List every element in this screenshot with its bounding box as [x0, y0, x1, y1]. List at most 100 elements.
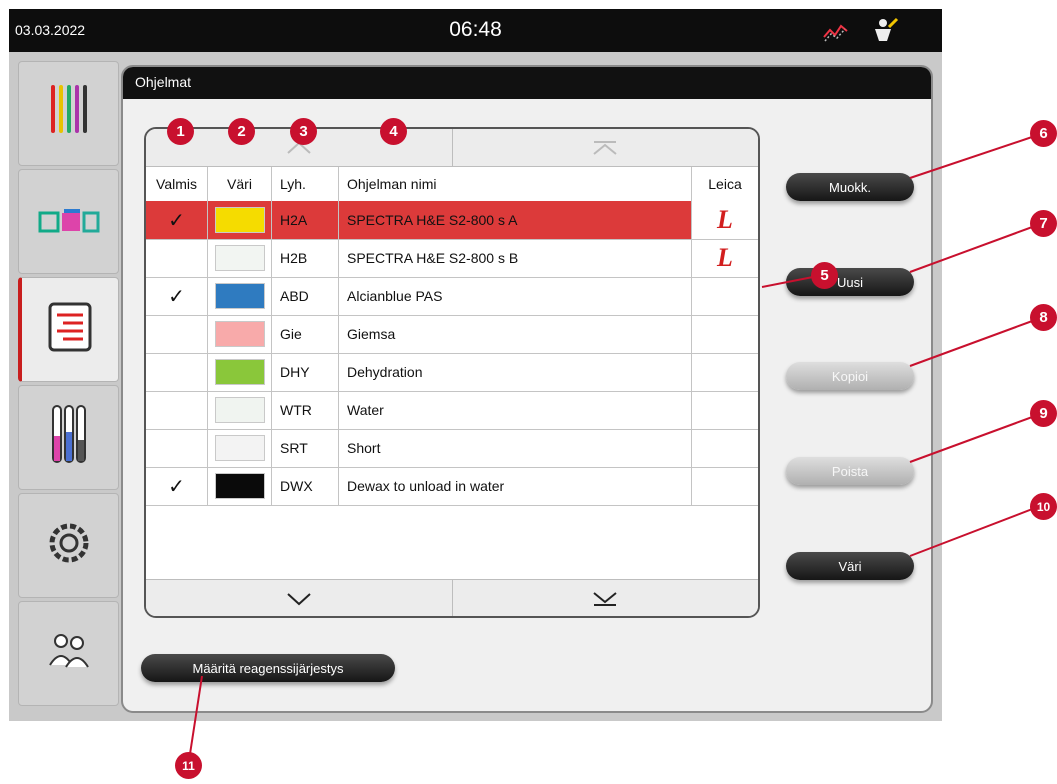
abbreviation-cell: Gie — [272, 315, 339, 353]
color-cell — [208, 391, 272, 429]
abbreviation-cell: H2B — [272, 239, 339, 277]
edit-button[interactable]: Muokk. — [786, 173, 914, 201]
chevron-top-icon — [593, 140, 617, 155]
col-header-ready[interactable]: Valmis — [146, 167, 208, 201]
connection-icon — [821, 17, 851, 43]
color-swatch — [214, 473, 265, 499]
color-cell — [208, 429, 272, 467]
program-name-cell: SPECTRA H&E S2-800 s A — [339, 201, 692, 239]
color-cell — [208, 353, 272, 391]
program-name-cell: Alcianblue PAS — [339, 277, 692, 315]
color-cell — [208, 315, 272, 353]
abbreviation-cell: DWX — [272, 467, 339, 505]
programs-panel: Ohjelmat Valmis Väri Lyh. Ohjelman nimi … — [121, 65, 933, 713]
time-display: 06:48 — [449, 18, 502, 41]
color-swatch — [214, 397, 265, 423]
reagent-order-button[interactable]: Määritä reagenssijärjestys — [141, 654, 395, 682]
device-screen: 03.03.2022 06:48 Ohjelmat Valmis Väri Ly… — [9, 9, 942, 721]
leica-cell: L — [692, 201, 758, 239]
sidebar-item-reagents[interactable] — [18, 385, 119, 490]
color-cell — [208, 201, 272, 239]
sidebar-item-settings[interactable] — [18, 493, 119, 598]
program-name-cell: Dewax to unload in water — [339, 467, 692, 505]
users-icon — [46, 631, 92, 676]
scroll-to-top-button[interactable] — [451, 129, 759, 166]
abbreviation-cell: DHY — [272, 353, 339, 391]
col-header-program-name[interactable]: Ohjelman nimi — [339, 167, 692, 201]
user-status-icon[interactable] — [869, 17, 899, 43]
ready-cell — [146, 353, 208, 391]
col-header-abbreviation[interactable]: Lyh. — [272, 167, 339, 201]
color-swatch — [214, 245, 265, 271]
callout-9: 9 — [1030, 400, 1057, 427]
reagent-bottles-icon — [49, 402, 89, 473]
table-row[interactable]: H2B SPECTRA H&E S2-800 s B L — [146, 239, 758, 278]
color-swatch — [214, 207, 265, 233]
callout-3: 3 — [290, 118, 317, 145]
leica-cell — [692, 315, 758, 353]
checkmark-icon: ✓ — [168, 209, 185, 232]
callout-7: 7 — [1030, 210, 1057, 237]
leica-logo-icon: L — [717, 205, 733, 234]
leica-cell — [692, 277, 758, 315]
leica-cell — [692, 429, 758, 467]
sidebar-item-bath-layout[interactable] — [18, 169, 119, 274]
ready-cell: ✓ — [146, 277, 208, 315]
page-title: Ohjelmat — [123, 67, 931, 99]
table-row[interactable]: Gie Giemsa — [146, 315, 758, 354]
program-name-cell: Dehydration — [339, 353, 692, 391]
sidebar-item-user[interactable] — [18, 601, 119, 706]
callout-1: 1 — [167, 118, 194, 145]
scroll-down-button[interactable] — [146, 580, 452, 616]
ready-cell: ✓ — [146, 467, 208, 505]
scroll-to-bottom-button[interactable] — [451, 580, 759, 616]
chevron-bottom-icon — [593, 591, 617, 606]
gear-icon — [46, 520, 92, 571]
ready-cell — [146, 239, 208, 277]
new-button[interactable]: Uusi — [786, 268, 914, 296]
abbreviation-cell: ABD — [272, 277, 339, 315]
table-row[interactable]: ✓ ABD Alcianblue PAS — [146, 277, 758, 316]
program-name-cell: Water — [339, 391, 692, 429]
checkmark-icon: ✓ — [168, 475, 185, 498]
ready-cell — [146, 391, 208, 429]
leica-cell: L — [692, 239, 758, 277]
table-row[interactable]: DHY Dehydration — [146, 353, 758, 392]
callout-8: 8 — [1030, 304, 1057, 331]
col-header-color[interactable]: Väri — [208, 167, 272, 201]
callout-2: 2 — [228, 118, 255, 145]
callout-11: 11 — [175, 752, 202, 779]
callout-6: 6 — [1030, 120, 1057, 147]
callout-4: 4 — [380, 118, 407, 145]
leica-cell — [692, 467, 758, 505]
program-name-cell: Short — [339, 429, 692, 467]
chevron-down-icon — [287, 592, 311, 605]
ready-cell — [146, 315, 208, 353]
sidebar-item-programs[interactable] — [18, 61, 119, 166]
callout-5: 5 — [811, 262, 838, 289]
copy-button[interactable]: Kopioi — [786, 362, 914, 390]
color-cell — [208, 239, 272, 277]
table-header: Valmis Väri Lyh. Ohjelman nimi Leica — [146, 166, 758, 202]
staining-rack-icon — [47, 81, 91, 146]
color-swatch — [214, 359, 265, 385]
color-swatch — [214, 283, 265, 309]
delete-button[interactable]: Poista — [786, 457, 914, 485]
color-button[interactable]: Väri — [786, 552, 914, 580]
status-bar: 03.03.2022 06:48 — [9, 9, 942, 52]
ready-cell: ✓ — [146, 201, 208, 239]
table-row[interactable]: WTR Water — [146, 391, 758, 430]
scroll-bottom-bar — [146, 579, 759, 616]
table-row[interactable]: ✓ DWX Dewax to unload in water — [146, 467, 758, 506]
abbreviation-cell: H2A — [272, 201, 339, 239]
leica-cell — [692, 353, 758, 391]
callout-10: 10 — [1030, 493, 1057, 520]
program-name-cell: Giemsa — [339, 315, 692, 353]
color-cell — [208, 467, 272, 505]
table-row[interactable]: ✓ H2A SPECTRA H&E S2-800 s A L — [146, 201, 758, 240]
color-swatch — [214, 435, 265, 461]
program-name-cell: SPECTRA H&E S2-800 s B — [339, 239, 692, 277]
table-row[interactable]: SRT Short — [146, 429, 758, 468]
col-header-leica[interactable]: Leica — [692, 167, 758, 201]
sidebar-item-program-list[interactable] — [18, 277, 119, 382]
